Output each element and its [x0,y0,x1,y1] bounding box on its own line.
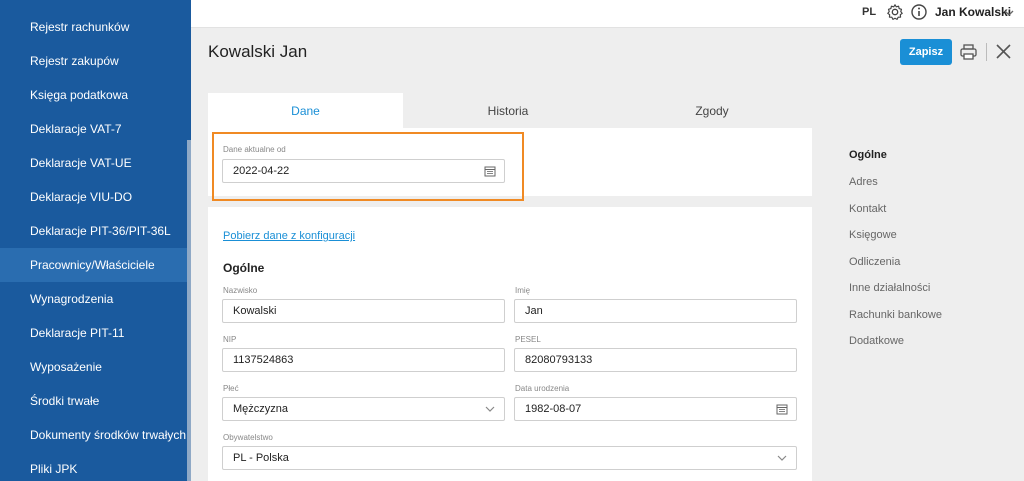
info-icon[interactable] [911,4,927,20]
birth-date-input[interactable]: 1982-08-07 [514,397,797,421]
section-nav-item-odliczenia[interactable]: Odliczenia [849,256,900,268]
gender-label: Płeć [223,384,239,393]
sidebar-item-label: Dokumenty środków trwałych [30,428,187,442]
section-nav-item-adres[interactable]: Adres [849,176,878,188]
sidebar: Rejestr rachunków Rejestr zakupów Księga… [0,0,191,481]
sidebar-item-pliki-jpk[interactable]: Pliki JPK [0,452,187,481]
section-nav-item-ogolne[interactable]: Ogólne [849,149,887,161]
sidebar-item-deklaracje-viu-do[interactable]: Deklaracje VIU-DO [0,180,187,214]
sidebar-item-rejestr-rachunkow[interactable]: Rejestr rachunków [0,10,187,44]
tab-label: Dane [291,103,320,118]
birth-date-value: 1982-08-07 [525,403,582,415]
toolbar-divider [986,43,987,61]
sidebar-item-ksiega-podatkowa[interactable]: Księga podatkowa [0,78,187,112]
tab-label: Historia [487,103,529,118]
sidebar-item-label: Pracownicy/Właściciele [30,258,155,272]
sidebar-item-label: Deklaracje PIT-11 [30,326,125,340]
sidebar-item-label: Księga podatkowa [30,88,129,102]
sidebar-item-wyposazenie[interactable]: Wyposażenie [0,350,187,384]
tab-label: Zgody [695,103,729,118]
sidebar-item-wynagrodzenia[interactable]: Wynagrodzenia [0,282,187,316]
section-nav-item-rachunki-bankowe[interactable]: Rachunki bankowe [849,309,942,321]
sidebar-item-label: Deklaracje PIT-36/PIT-36L [30,224,171,238]
section-nav-item-ksiegowe[interactable]: Księgowe [849,229,897,241]
general-form-card [208,207,812,481]
section-nav-item-inne-dzialalnosci[interactable]: Inne działalności [849,282,930,294]
top-bar: PL Jan Kowalski [191,0,1024,28]
tab-zgody[interactable]: Zgody [612,93,812,128]
birth-date-label: Data urodzenia [515,384,570,393]
chevron-down-icon[interactable] [484,403,496,415]
section-title-general: Ogólne [223,261,265,275]
first-name-value: Jan [525,305,543,317]
sidebar-item-label: Wynagrodzenia [30,292,114,306]
sidebar-item-label: Rejestr zakupów [30,54,119,68]
close-icon[interactable] [996,44,1011,59]
pesel-label: PESEL [515,335,541,344]
sidebar-item-pracownicy[interactable]: Pracownicy/Właściciele [0,248,187,282]
nip-input[interactable]: 1137524863 [222,348,505,372]
user-menu[interactable]: Jan Kowalski [935,5,1011,19]
gear-icon[interactable] [886,3,904,21]
surname-label: Nazwisko [223,286,258,295]
sidebar-item-label: Deklaracje VAT-7 [30,122,122,136]
pesel-input[interactable]: 82080793133 [514,348,797,372]
gender-value: Mężczyzna [233,403,289,415]
sidebar-item-deklaracje-pit-36[interactable]: Deklaracje PIT-36/PIT-36L [0,214,187,248]
print-icon[interactable] [960,44,977,60]
sidebar-item-label: Środki trwałe [30,394,100,408]
surname-input[interactable]: Kowalski [222,299,505,323]
first-name-input[interactable]: Jan [514,299,797,323]
tab-historia[interactable]: Historia [408,93,608,128]
sidebar-item-label: Wyposażenie [30,360,102,374]
citizenship-select[interactable]: PL - Polska [222,446,797,470]
sidebar-item-label: Pliki JPK [30,462,78,476]
sidebar-item-label: Deklaracje VAT-UE [30,156,132,170]
tab-dane[interactable]: Dane [208,93,403,128]
sidebar-item-deklaracje-vat-ue[interactable]: Deklaracje VAT-UE [0,146,187,180]
highlight-frame [212,132,524,201]
sidebar-item-dokumenty-srodkow[interactable]: Dokumenty środków trwałych [0,418,187,452]
fetch-config-link[interactable]: Pobierz dane z konfiguracji [223,230,355,242]
nip-label: NIP [223,335,237,344]
calendar-icon[interactable] [776,403,788,415]
first-name-label: Imię [515,286,531,295]
pesel-value: 82080793133 [525,354,593,366]
page-title: Kowalski Jan [208,42,308,61]
nip-value: 1137524863 [233,354,294,366]
sidebar-item-label: Deklaracje VIU-DO [30,190,133,204]
section-nav-item-dodatkowe[interactable]: Dodatkowe [849,335,904,347]
citizenship-value: PL - Polska [233,452,289,464]
sidebar-item-deklaracje-pit-11[interactable]: Deklaracje PIT-11 [0,316,187,350]
sidebar-item-deklaracje-vat-7[interactable]: Deklaracje VAT-7 [0,112,187,146]
surname-value: Kowalski [233,305,277,317]
chevron-down-icon[interactable] [776,452,788,464]
gender-select[interactable]: Mężczyzna [222,397,505,421]
sidebar-item-label: Rejestr rachunków [30,20,130,34]
language-switch[interactable]: PL [862,6,876,18]
citizenship-label: Obywatelstwo [223,433,273,442]
chevron-down-icon[interactable] [1003,7,1015,19]
sidebar-scrollbar[interactable] [187,140,191,481]
save-button[interactable]: Zapisz [900,39,952,65]
section-nav-item-kontakt[interactable]: Kontakt [849,203,886,215]
sidebar-item-rejestr-zakupow[interactable]: Rejestr zakupów [0,44,187,78]
sidebar-item-srodki-trwale[interactable]: Środki trwałe [0,384,187,418]
